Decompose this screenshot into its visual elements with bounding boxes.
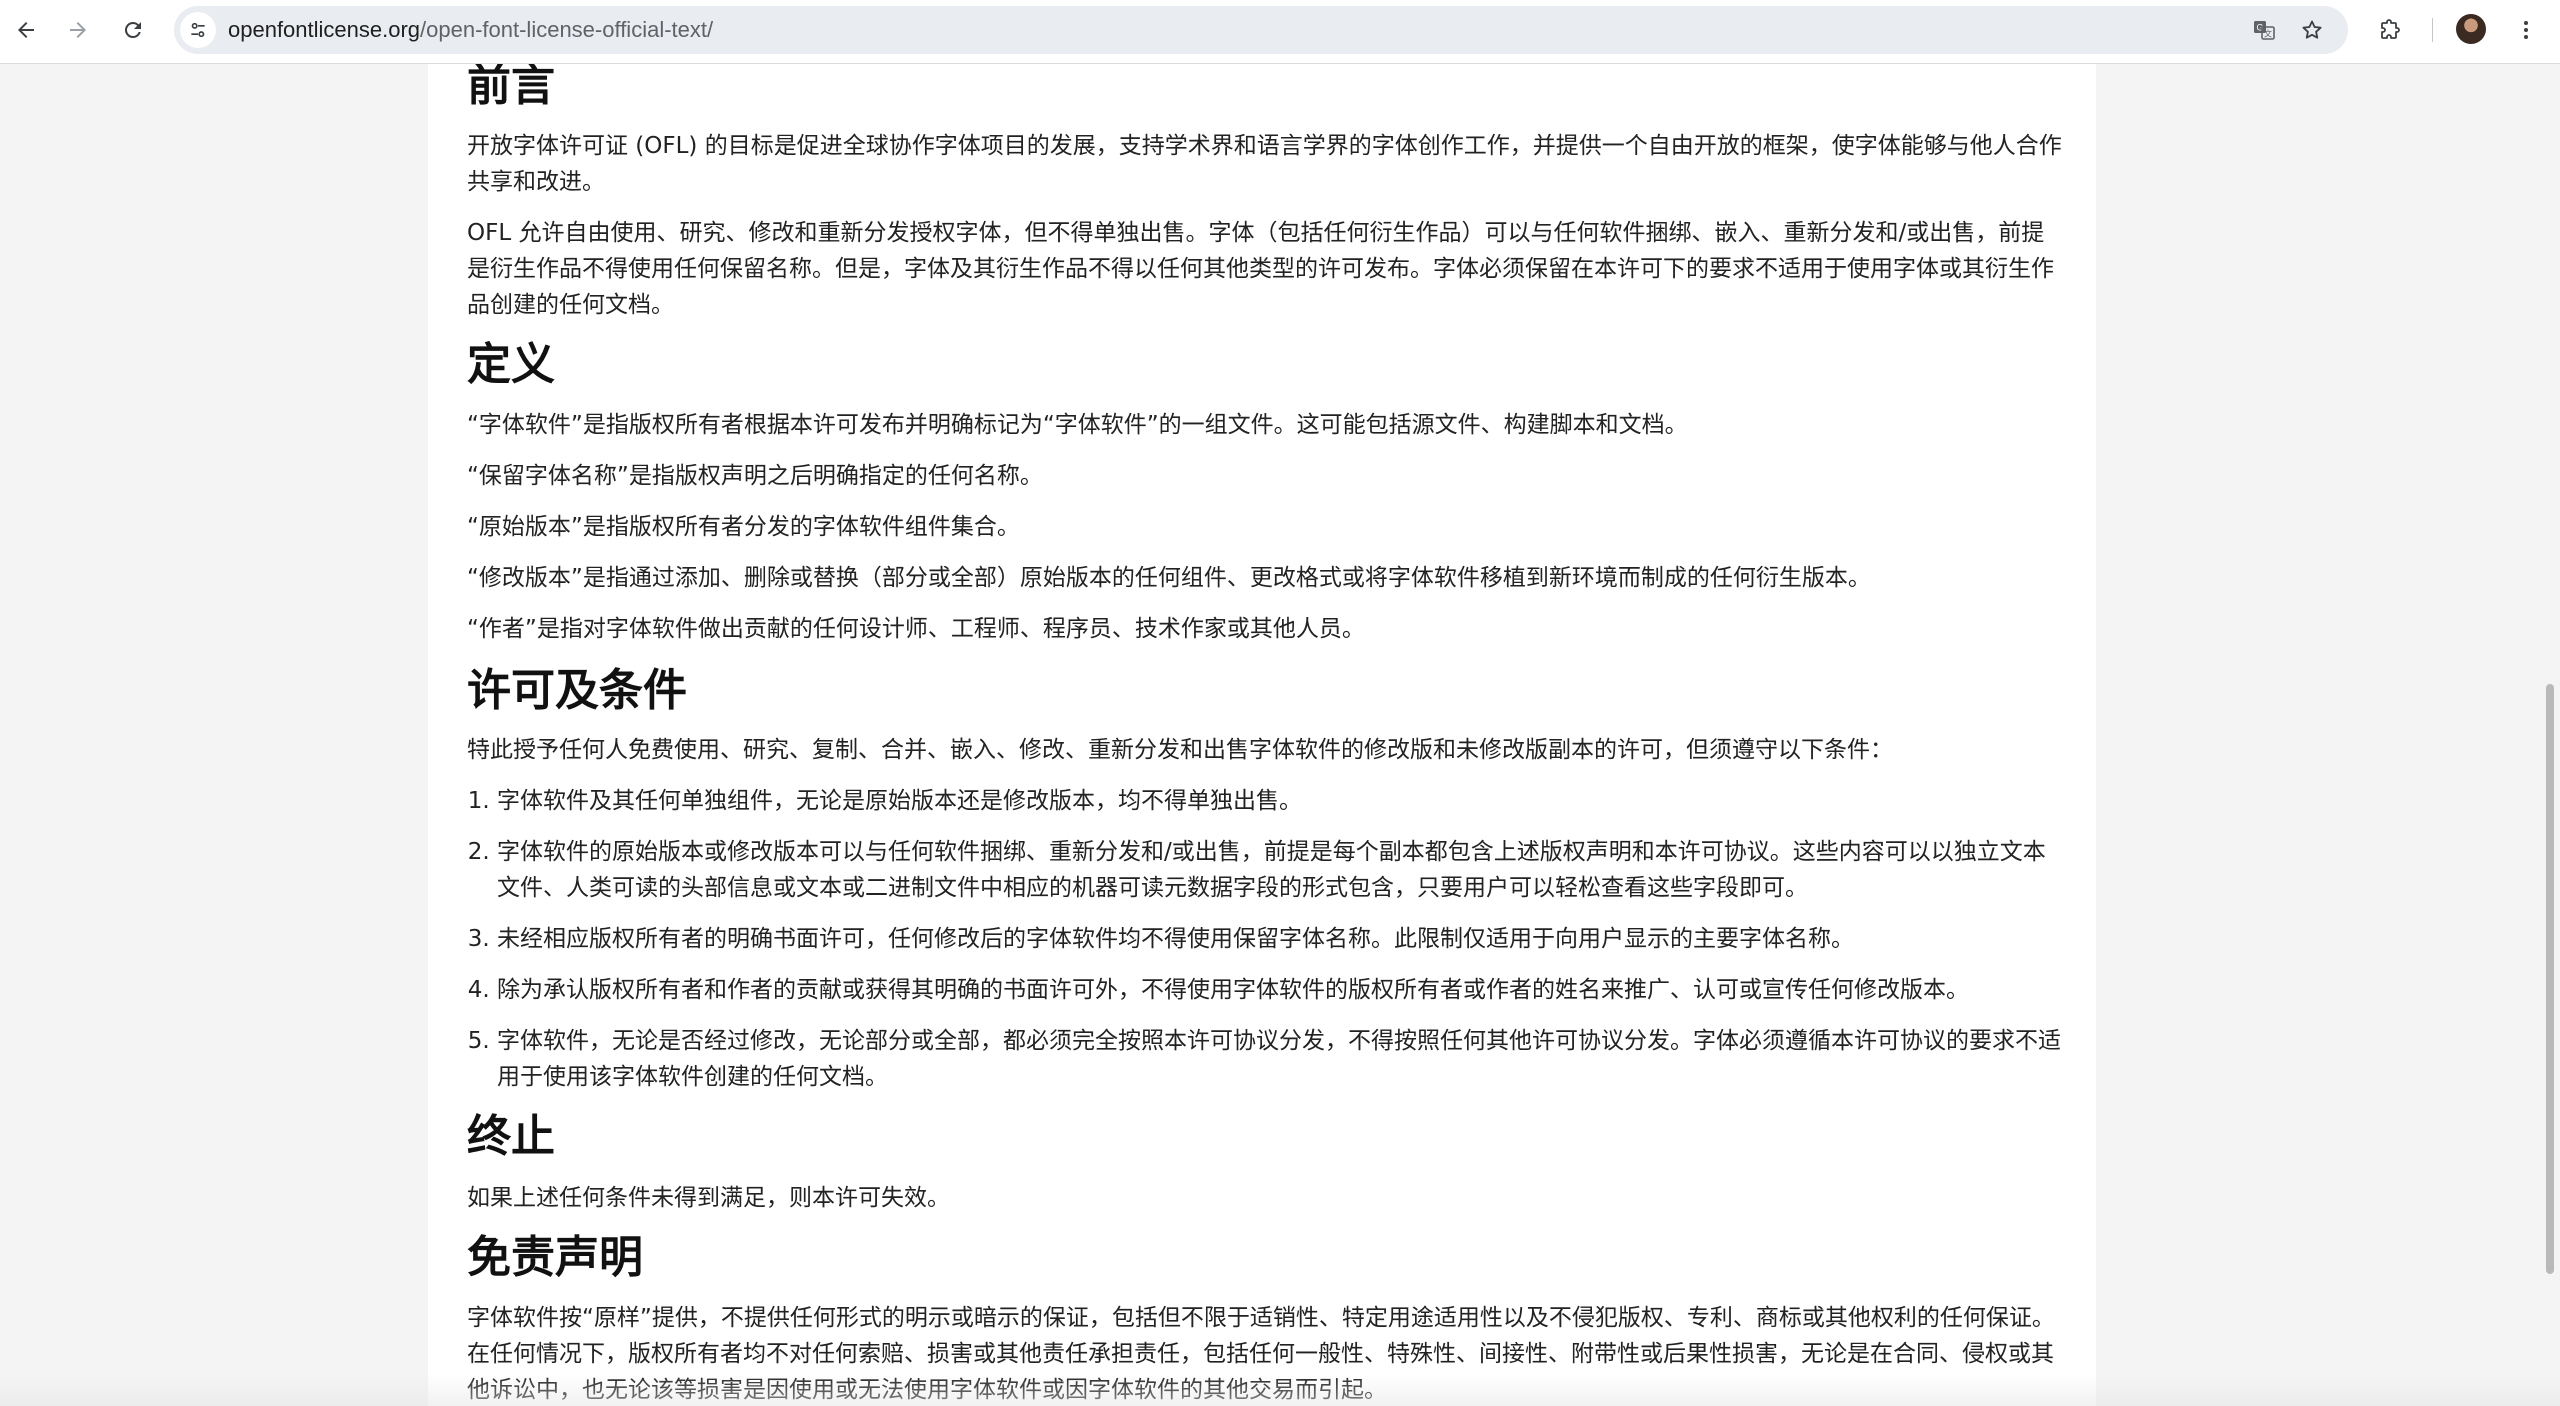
page-scrollbar[interactable] (2540, 64, 2560, 1406)
back-button[interactable] (8, 12, 44, 48)
svg-text:文: 文 (2264, 29, 2272, 39)
conditions-list: 字体软件及其任何单独组件，无论是原始版本还是修改版本，均不得单独出售。 字体软件… (467, 783, 2067, 1095)
definitions-section: “字体软件”是指版权所有者根据本许可发布并明确标记为“字体软件”的一组文件。这可… (467, 407, 2067, 647)
reload-button[interactable] (115, 12, 151, 48)
definition-item: “修改版本”是指通过添加、删除或替换（部分或全部）原始版本的任何组件、更改格式或… (467, 565, 1871, 591)
reload-icon (124, 21, 141, 38)
toolbar-divider (2432, 18, 2433, 42)
condition-item: 字体软件，无论是否经过修改，无论部分或全部，都必须完全按照本许可协议分发，不得按… (497, 1023, 2067, 1095)
url-text[interactable]: openfontlicense.org/open-font-license-of… (228, 6, 713, 54)
termination-heading: 终止 (467, 1111, 555, 1162)
arrow-left-icon (18, 22, 34, 38)
preamble-section: 开放字体许可证 (OFL) 的目标是促进全球协作字体项目的发展，支持学术界和语言… (467, 128, 2067, 323)
license-article: 前言 开放字体许可证 (OFL) 的目标是促进全球协作字体项目的发展，支持学术界… (428, 64, 2096, 1406)
bookmark-button[interactable] (2296, 14, 2328, 46)
site-info-button[interactable] (180, 12, 216, 48)
definitions-heading: 定义 (467, 339, 555, 390)
url-domain: openfontlicense.org (228, 17, 421, 42)
definition-item: “作者”是指对字体软件做出贡献的任何设计师、工程师、程序员、技术作家或其他人员。 (467, 616, 1365, 642)
star-icon (2302, 20, 2322, 39)
definition-item: “保留字体名称”是指版权声明之后明确指定的任何名称。 (467, 463, 1043, 489)
definition-item: “字体软件”是指版权所有者根据本许可发布并明确标记为“字体软件”的一组文件。这可… (467, 412, 1688, 438)
condition-item: 未经相应版权所有者的明确书面许可，任何修改后的字体软件均不得使用保留字体名称。此… (497, 921, 2067, 957)
condition-item: 字体软件及其任何单独组件，无论是原始版本还是修改版本，均不得单独出售。 (497, 783, 2067, 819)
address-bar[interactable]: openfontlicense.org/open-font-license-of… (174, 6, 2348, 54)
profile-avatar[interactable] (2456, 14, 2486, 44)
browser-toolbar: openfontlicense.org/open-font-license-of… (0, 0, 2560, 64)
extensions-button[interactable] (2372, 12, 2408, 48)
termination-section: 如果上述任何条件未得到满足，则本许可失效。 (467, 1180, 2067, 1216)
translate-button[interactable]: G 文 (2248, 14, 2280, 46)
arrow-right-icon (70, 22, 86, 38)
permission-intro: 特此授予任何人免费使用、研究、复制、合并、嵌入、修改、重新分发和出售字体软件的修… (467, 737, 1893, 763)
forward-button[interactable] (60, 12, 96, 48)
permission-section: 特此授予任何人免费使用、研究、复制、合并、嵌入、修改、重新分发和出售字体软件的修… (467, 732, 2067, 1110)
scrollbar-thumb[interactable] (2546, 684, 2554, 1274)
tune-icon (191, 22, 205, 38)
condition-item: 字体软件的原始版本或修改版本可以与任何软件捆绑、重新分发和/或出售，前提是每个副… (497, 834, 2067, 906)
page-viewport: 前言 开放字体许可证 (OFL) 的目标是促进全球协作字体项目的发展，支持学术界… (0, 64, 2560, 1406)
kebab-menu-icon (2524, 21, 2528, 39)
condition-item: 除为承认版权所有者和作者的贡献或获得其明确的书面许可外，不得使用字体软件的版权所… (497, 972, 2067, 1008)
translate-icon: G 文 (2254, 21, 2275, 40)
preamble-paragraph-1: 开放字体许可证 (OFL) 的目标是促进全球协作字体项目的发展，支持学术界和语言… (467, 133, 2062, 195)
url-path: /open-font-license-official-text/ (420, 17, 714, 42)
preamble-paragraph-2: OFL 允许自由使用、研究、修改和重新分发授权字体，但不得单独出售。字体（包括任… (467, 220, 2054, 318)
preamble-heading: 前言 (467, 64, 555, 111)
bottom-shadow (0, 1374, 2560, 1406)
definition-item: “原始版本”是指版权所有者分发的字体软件组件集合。 (467, 514, 1020, 540)
disclaimer-heading: 免责声明 (467, 1232, 643, 1283)
puzzle-icon (2381, 19, 2400, 39)
browser-menu-button[interactable] (2508, 12, 2544, 48)
termination-paragraph: 如果上述任何条件未得到满足，则本许可失效。 (467, 1185, 950, 1211)
permission-heading: 许可及条件 (467, 665, 687, 716)
